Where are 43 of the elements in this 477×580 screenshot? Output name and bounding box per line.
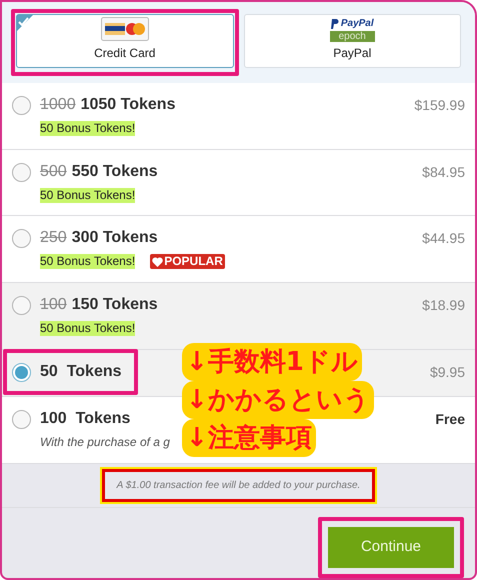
old-amount: 500 [40,162,67,182]
old-amount: 250 [40,228,67,248]
bonus-label: 50 Bonus Tokens! [40,321,136,336]
radio-button[interactable] [12,162,31,182]
package-row[interactable]: 500 550 Tokens 50 Bonus Tokens! $84.95 [2,150,475,216]
package-row[interactable]: 1000 1050 Tokens 50 Bonus Tokens! $159.99 [2,82,475,150]
badge-text: POPULAR [164,254,223,270]
epoch-logo: epoch [330,31,375,42]
bonus-label: 50 Bonus Tokens! [40,254,136,270]
annotation-text: ↓注意事項 [182,419,316,457]
credit-cards-icon [100,17,149,41]
annotation-text: ↓かかるという [182,381,374,419]
radio-button[interactable] [12,362,31,382]
old-amount: 1000 [40,94,76,115]
annotation-text: ↓手数料1ドル [182,343,362,381]
token-amount: 1050 Tokens [80,94,176,115]
token-amount: 300 Tokens [72,228,158,248]
package-price: $18.99 [422,296,465,316]
package-row[interactable]: 250 300 Tokens 50 Bonus Tokens! POPULAR $44.95 [2,216,475,284]
package-price: $159.99 [414,96,465,115]
token-amount: 50 Tokens [40,362,122,382]
package-price: $84.95 [422,162,465,182]
old-amount: 100 [40,295,67,316]
token-amount: 550 Tokens [72,162,158,182]
token-amount: 150 Tokens [72,295,158,316]
package-note: With the purchase of a g [40,435,170,450]
radio-button[interactable] [12,229,31,248]
package-price: Free [435,410,465,430]
paypal-logo: PayPal [340,19,374,29]
fee-notice: A $1.00 transaction fee will be added to your purchase. [102,469,376,502]
heart-icon [152,256,164,267]
payment-tab[interactable]: PayPal epoch PayPal [244,14,461,68]
radio-button[interactable] [12,96,31,115]
payment-tab[interactable]: Credit Card [16,14,234,68]
radio-button[interactable] [12,410,31,430]
package-price: $9.95 [430,362,465,382]
package-price: $44.95 [422,229,465,248]
check-icon [17,15,33,31]
bonus-label: 50 Bonus Tokens! [40,188,136,203]
radio-button[interactable] [12,296,31,316]
paypal-logo-icon [330,19,339,29]
token-amount: 100 Tokens [40,409,130,430]
bonus-label: 50 Bonus Tokens! [40,120,136,136]
